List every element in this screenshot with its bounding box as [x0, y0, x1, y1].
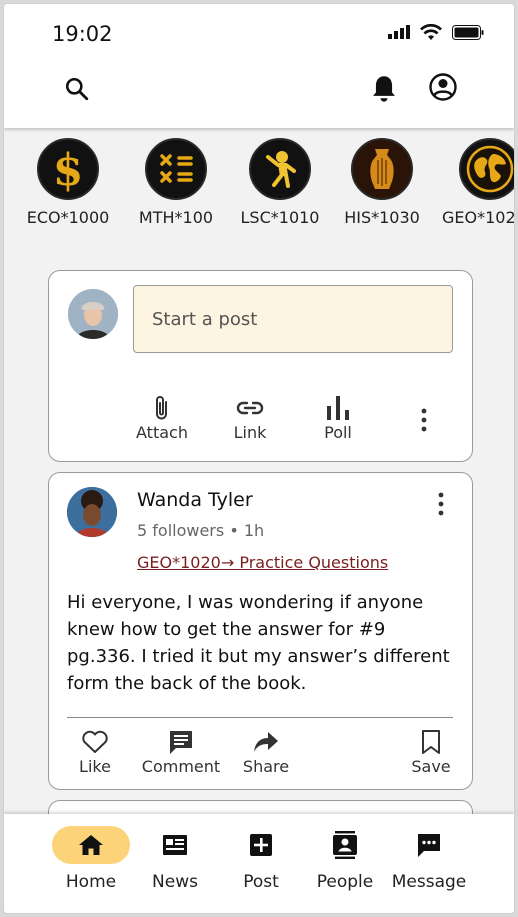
- comment-label: Comment: [141, 757, 221, 776]
- attach-button[interactable]: Attach: [127, 393, 197, 442]
- course-item[interactable]: GEO*1020: [440, 138, 515, 227]
- tag-arrow: →: [220, 553, 235, 572]
- dollar-icon: $: [37, 138, 99, 200]
- course-item[interactable]: LSC*1010: [230, 138, 330, 227]
- math-symbols-icon: [145, 138, 207, 200]
- add-box-icon: [250, 834, 272, 856]
- followers-count: 5 followers: [137, 521, 225, 540]
- post-composer-card: Attach Link Poll: [48, 270, 473, 462]
- post-time: 1h: [243, 521, 265, 540]
- more-vert-icon[interactable]: [419, 407, 429, 433]
- signal-icon: [388, 25, 410, 39]
- like-button[interactable]: Like: [75, 727, 115, 776]
- post-divider: [67, 717, 453, 718]
- avatar[interactable]: [68, 289, 118, 339]
- avatar[interactable]: [67, 487, 117, 537]
- nav-people[interactable]: People: [302, 826, 388, 892]
- nav-message-label: Message: [391, 872, 467, 892]
- nav-post[interactable]: Post: [218, 826, 304, 892]
- wifi-icon: [420, 24, 442, 40]
- bookmark-icon: [422, 730, 440, 754]
- comment-icon: [170, 731, 192, 754]
- post-meta: 5 followers • 1h: [137, 521, 264, 540]
- bottom-navigation: Home News Post People Message: [4, 814, 514, 913]
- post-card: Wanda Tyler 5 followers • 1h GEO*1020→ P…: [48, 472, 473, 790]
- status-time: 19:02: [52, 22, 113, 46]
- share-button[interactable]: Share: [241, 727, 291, 776]
- share-icon: [254, 732, 278, 752]
- top-app-bar: 19:02: [4, 4, 514, 128]
- meta-separator: •: [229, 521, 244, 540]
- course-label: GEO*1020: [442, 208, 515, 227]
- link-button[interactable]: Link: [215, 393, 285, 442]
- course-tag-link[interactable]: GEO*1020: [137, 553, 221, 572]
- search-icon[interactable]: [64, 76, 90, 102]
- heart-icon: [82, 730, 108, 753]
- figure-icon: [249, 138, 311, 200]
- courses-row: $ ECO*1000 MTH*100 LSC*1010 HIS*1030 GEO…: [4, 128, 514, 238]
- status-icons: [388, 24, 484, 40]
- like-label: Like: [79, 757, 111, 776]
- nav-home-label: Home: [65, 872, 117, 892]
- course-label: ECO*1000: [26, 208, 110, 227]
- bell-icon[interactable]: [370, 74, 398, 104]
- post-tags: GEO*1020→ Practice Questions: [137, 553, 388, 572]
- course-label: HIS*1030: [344, 208, 420, 227]
- nav-post-label: Post: [243, 872, 279, 892]
- vase-icon: [351, 138, 413, 200]
- phone-screen: 19:02 $ ECO*1000 MTH*100 LSC*1010 HIS*10…: [3, 3, 515, 914]
- chat-icon: [418, 834, 440, 857]
- nav-home[interactable]: Home: [48, 826, 134, 892]
- nav-message[interactable]: Message: [386, 826, 472, 892]
- home-icon: [79, 835, 103, 855]
- start-post-input[interactable]: [133, 285, 453, 353]
- attach-label: Attach: [136, 423, 188, 442]
- post-author[interactable]: Wanda Tyler: [137, 489, 253, 511]
- course-item[interactable]: MTH*100: [126, 138, 226, 227]
- post-body: Hi everyone, I was wondering if anyone k…: [67, 592, 450, 694]
- poll-label: Poll: [324, 423, 352, 442]
- paperclip-icon: [156, 396, 167, 420]
- link-label: Link: [233, 423, 267, 442]
- comment-button[interactable]: Comment: [141, 727, 221, 776]
- news-icon: [163, 835, 187, 855]
- course-label: LSC*1010: [240, 208, 320, 227]
- battery-icon: [452, 24, 484, 40]
- account-circle-icon[interactable]: [428, 72, 458, 102]
- more-vert-icon[interactable]: [436, 491, 446, 517]
- topic-tag-link[interactable]: Practice Questions: [234, 553, 388, 572]
- globe-icon: [459, 138, 514, 200]
- share-label: Share: [242, 757, 290, 776]
- course-item[interactable]: HIS*1030: [332, 138, 432, 227]
- save-label: Save: [411, 757, 451, 776]
- course-label: MTH*100: [138, 208, 214, 227]
- save-button[interactable]: Save: [409, 727, 453, 776]
- nav-news-label: News: [152, 872, 198, 892]
- course-item[interactable]: $ ECO*1000: [18, 138, 118, 227]
- svg-text:$: $: [53, 145, 84, 193]
- nav-people-label: People: [316, 872, 374, 892]
- nav-news[interactable]: News: [132, 826, 218, 892]
- bar-chart-icon: [327, 396, 349, 420]
- poll-button[interactable]: Poll: [303, 393, 373, 442]
- link-icon: [236, 401, 264, 415]
- contacts-icon: [333, 831, 357, 859]
